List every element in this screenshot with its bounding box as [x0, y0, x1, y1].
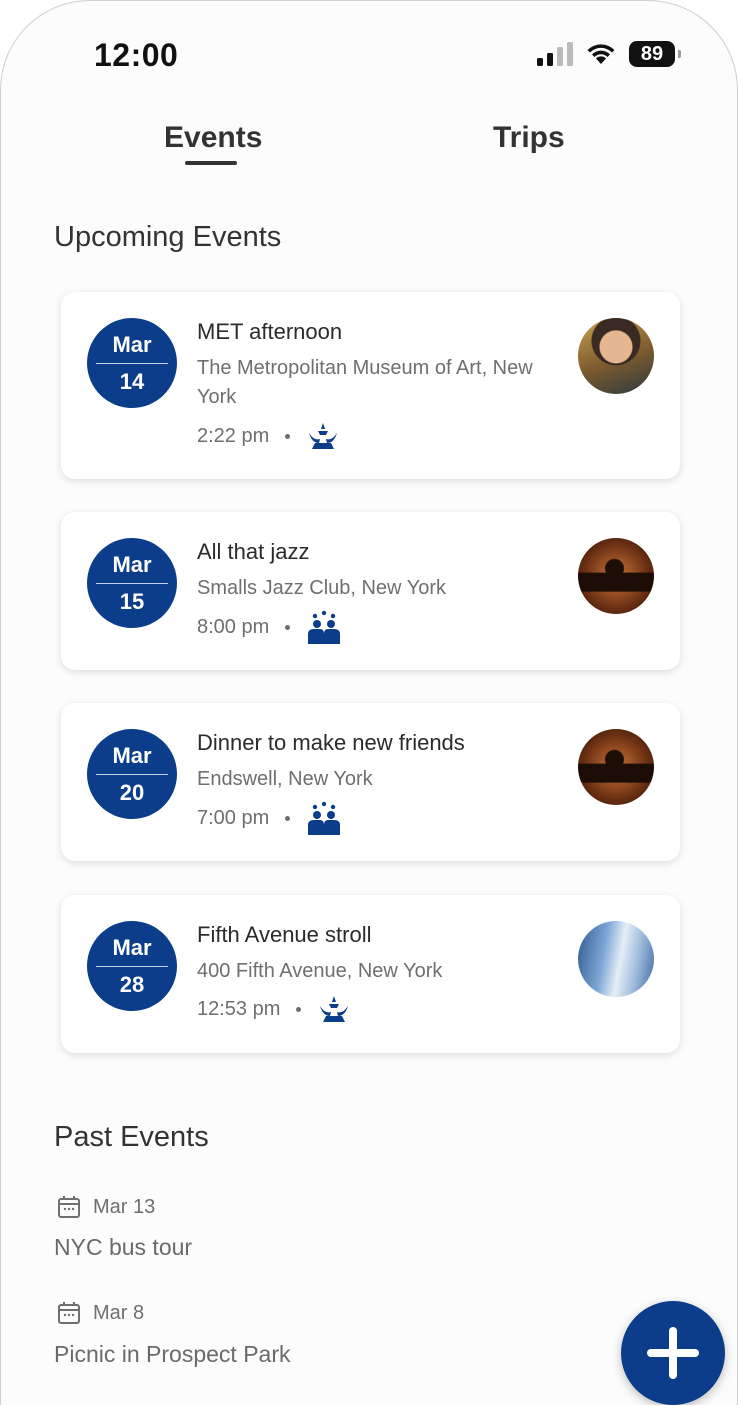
host-avatar[interactable] — [578, 318, 654, 394]
past-event-title[interactable]: Picnic in Prospect Park — [54, 1341, 290, 1368]
event-title: All that jazz — [197, 539, 310, 564]
event-time: 2:22 pm — [197, 424, 270, 447]
event-card[interactable]: Mar 20 Dinner to make new friends Endswe… — [61, 703, 680, 861]
event-time: 12:53 pm — [197, 997, 281, 1020]
date-day: 15 — [119, 588, 145, 614]
past-event-date: Mar 13 — [93, 1195, 156, 1218]
past-event-date-row: Mar 8 — [57, 1301, 144, 1325]
event-time-row: 2:22 pm — [197, 421, 340, 451]
event-time-row: 8:00 pm — [197, 610, 342, 644]
event-time: 7:00 pm — [197, 806, 270, 829]
date-badge: Mar 28 — [87, 921, 177, 1011]
host-avatar[interactable] — [578, 729, 654, 805]
event-title: Dinner to make new friends — [197, 730, 465, 755]
event-card[interactable]: Mar 15 All that jazz Smalls Jazz Club, N… — [61, 512, 680, 670]
date-month: Mar — [112, 331, 152, 357]
event-title: MET afternoon — [197, 319, 343, 344]
host-avatar[interactable] — [578, 921, 654, 997]
date-month: Mar — [112, 551, 152, 577]
phone-screen: 12:00 89 Events Trips Upcoming Events Ma… — [0, 0, 738, 1405]
calendar-icon — [58, 1302, 80, 1324]
group-icon — [308, 801, 341, 835]
date-month: Mar — [112, 934, 152, 960]
add-event-button[interactable] — [621, 1301, 725, 1405]
date-day: 20 — [119, 779, 145, 805]
host-avatar[interactable] — [578, 538, 654, 614]
fountain-icon — [309, 423, 338, 449]
battery-level: 89 — [640, 42, 664, 65]
event-time-row: 7:00 pm — [197, 801, 342, 835]
wifi-icon — [587, 44, 615, 64]
event-card[interactable]: Mar 28 Fifth Avenue stroll 400 Fifth Ave… — [61, 895, 680, 1053]
date-day: 14 — [119, 368, 145, 394]
past-events-title: Past Events — [54, 1121, 209, 1153]
event-location: 400 Fifth Avenue, New York — [197, 960, 443, 982]
date-day: 28 — [119, 971, 145, 997]
date-month: Mar — [112, 742, 152, 768]
event-title: Fifth Avenue stroll — [197, 922, 372, 947]
plus-icon — [647, 1327, 699, 1379]
date-badge: Mar 15 — [87, 538, 177, 628]
upcoming-events-title: Upcoming Events — [54, 221, 282, 253]
event-time: 8:00 pm — [197, 615, 270, 638]
status-time: 12:00 — [94, 37, 179, 73]
cellular-signal-icon — [537, 42, 573, 66]
calendar-icon — [58, 1196, 80, 1218]
tab-events[interactable]: Events — [164, 121, 262, 155]
event-card[interactable]: Mar 14 MET afternoon The Metropolitan Mu… — [61, 292, 680, 479]
status-icons: 89 — [537, 41, 681, 67]
tab-trips[interactable]: Trips — [493, 121, 565, 155]
event-location: Smalls Jazz Club, New York — [197, 577, 446, 599]
date-badge: Mar 14 — [87, 318, 177, 408]
event-location: The Metropolitan Museum of Art, New York — [197, 357, 533, 408]
event-location: Endswell, New York — [197, 768, 373, 790]
tab-active-indicator — [185, 161, 237, 165]
date-badge: Mar 20 — [87, 729, 177, 819]
past-event-date: Mar 8 — [93, 1301, 145, 1324]
event-time-row: 12:53 pm — [197, 994, 351, 1024]
group-icon — [308, 610, 341, 644]
past-event-title[interactable]: NYC bus tour — [54, 1234, 192, 1261]
fountain-icon — [320, 996, 349, 1022]
battery-icon: 89 — [629, 41, 681, 67]
past-event-date-row: Mar 13 — [57, 1195, 155, 1219]
